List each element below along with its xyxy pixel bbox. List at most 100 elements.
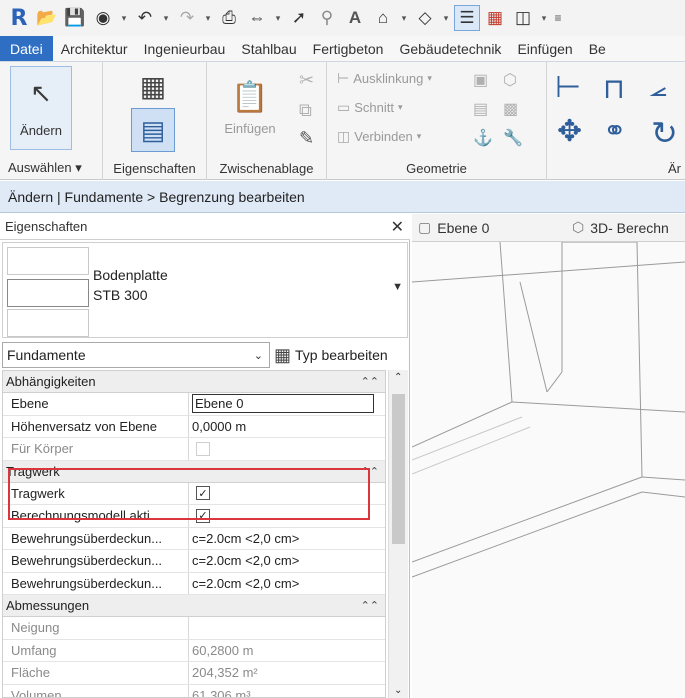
align-icon[interactable]: ⊢ [555, 70, 581, 105]
section-constraints[interactable]: Abhängigkeiten ⌃⌃ [3, 371, 385, 393]
tab-gebaeudetechnik[interactable]: Gebäudetechnik [391, 36, 509, 61]
scroll-down-icon[interactable]: ⌄ [394, 685, 402, 696]
property-value[interactable]: c=2.0cm <2,0 cm> [189, 550, 385, 572]
tab-fertigbeton[interactable]: Fertigbeton [305, 36, 392, 61]
property-name: Für Körper [3, 438, 189, 460]
type-dropdown-icon[interactable]: ▼ [392, 281, 403, 293]
view-tabs: ▢ Ebene 0 ⬡ 3D- Berechn [412, 214, 685, 242]
group-modify: ⊢ ⊓ ⦟ ✥ ⚭ ↻ Är [547, 62, 685, 180]
model-view-canvas[interactable] [412, 242, 685, 698]
save-icon[interactable]: 💾 [62, 5, 88, 31]
property-name: Bewehrungsüberdeckun... [3, 572, 189, 594]
tag-icon[interactable]: ⚲ [314, 5, 340, 31]
close-hidden-icon[interactable]: ▦ [482, 5, 508, 31]
property-value[interactable]: c=2.0cm <2,0 cm> [189, 528, 385, 550]
property-value[interactable]: 0,0000 m [189, 416, 385, 438]
offset-icon[interactable]: ⊓ [603, 72, 625, 105]
property-name: Fläche [3, 662, 189, 684]
section-icon[interactable]: ◇ [412, 5, 438, 31]
dimension-icon[interactable]: ➚ [286, 5, 312, 31]
tab-view-level-0[interactable]: ▢ Ebene 0 [412, 219, 572, 236]
collapse-icon[interactable]: ⌃⌃ [361, 599, 379, 612]
property-name: Volumen [3, 684, 189, 697]
split-face-icon[interactable]: ⬡ [503, 70, 517, 90]
property-value[interactable]: Ebene 0 [189, 393, 385, 415]
join-dropdown-icon: ▾ [416, 131, 422, 141]
3d-view-icon[interactable]: ⌂ [370, 5, 396, 31]
app-logo-icon[interactable]: R [6, 5, 32, 31]
print-icon[interactable]: ⎙ [216, 5, 242, 31]
cope-icon: ⊢ [337, 70, 350, 86]
group-modify-label: Är [668, 161, 681, 176]
wall-opening-icon[interactable]: 🔧 [503, 128, 523, 148]
3d-view-icon: ⬡ [572, 219, 585, 235]
tab-be[interactable]: Be [581, 36, 614, 61]
redo-icon[interactable]: ↷ [174, 5, 200, 31]
cope-label: Ausklinkung [353, 71, 424, 86]
rotate-icon[interactable]: ↻ [651, 114, 678, 152]
edit-type-button[interactable]: ▦ Typ bearbeiten [274, 342, 388, 368]
copy-icon[interactable]: ⧉ [299, 100, 312, 121]
paste-button[interactable]: 📋 Einfügen [217, 68, 283, 148]
chevron-down-icon: ⌄ [253, 349, 263, 362]
switch-windows-icon[interactable]: ◫ [510, 5, 536, 31]
instance-filter-select[interactable]: Fundamente ⌄ [2, 342, 270, 368]
undo-dropdown-icon[interactable]: ▾ [160, 5, 172, 31]
view-tab-label: Ebene 0 [437, 219, 490, 236]
type-name: STB 300 [93, 287, 148, 303]
tab-architektur[interactable]: Architektur [53, 36, 136, 61]
sync-dropdown-icon[interactable]: ▾ [118, 5, 130, 31]
checkbox [196, 441, 210, 456]
demolish-icon[interactable]: ⚓ [473, 128, 493, 148]
properties-scrollbar[interactable]: ⌃ ⌄ [388, 370, 408, 698]
cope-button[interactable]: ⊢ Ausklinkung ▾ [337, 70, 432, 87]
row-flaeche: Fläche 204,352 m² [3, 662, 385, 685]
section-dropdown-icon[interactable]: ▾ [440, 5, 452, 31]
properties-button[interactable]: ▤ [131, 108, 175, 152]
customize-qat-icon[interactable]: ≡ [552, 5, 564, 31]
close-icon[interactable]: ✕ [391, 217, 404, 237]
modify-button[interactable]: ↖ Ändern [10, 66, 72, 150]
cut-icon[interactable]: ✂ [299, 70, 314, 91]
undo-icon[interactable]: ↶ [132, 5, 158, 31]
property-value: 204,352 m² [192, 665, 258, 681]
match-properties-icon[interactable]: ✎ [299, 128, 314, 149]
thin-lines-icon[interactable]: ☰ [454, 5, 480, 31]
row-fuer-koerper: Für Körper [3, 438, 385, 461]
measure-dropdown-icon[interactable]: ▾ [272, 5, 284, 31]
wall-joins-icon[interactable]: ▣ [473, 70, 488, 90]
tab-stahlbau[interactable]: Stahlbau [233, 36, 304, 61]
switch-windows-dropdown-icon[interactable]: ▾ [538, 5, 550, 31]
type-properties-button[interactable]: ▦ [131, 68, 175, 104]
scroll-up-icon[interactable]: ⌃ [394, 372, 402, 383]
text-icon[interactable]: A [342, 5, 368, 31]
row-volumen: Volumen 61,306 m³ [3, 684, 385, 697]
level-field[interactable]: Ebene 0 [192, 394, 374, 414]
type-selector[interactable]: Bodenplatte STB 300 ▼ [2, 242, 408, 338]
cut-geometry-button[interactable]: ▭ Schnitt ▾ [337, 99, 403, 116]
tab-ingenieurbau[interactable]: Ingenieurbau [136, 36, 234, 61]
sync-icon[interactable]: ◉ [90, 5, 116, 31]
section-dimensions[interactable]: Abmessungen ⌃⌃ [3, 595, 385, 617]
property-value[interactable]: c=2.0cm <2,0 cm> [189, 573, 385, 595]
scrollbar-thumb[interactable] [392, 394, 405, 544]
open-icon[interactable]: 📂 [34, 5, 60, 31]
paint-icon[interactable]: ▤ [473, 99, 488, 119]
mirror-icon[interactable]: ⦟ [649, 70, 667, 104]
copy-elements-icon[interactable]: ⚭ [603, 114, 626, 147]
tab-view-3d[interactable]: ⬡ 3D- Berechn [572, 219, 669, 236]
3d-view-dropdown-icon[interactable]: ▾ [398, 5, 410, 31]
row-bewehrung-3: Bewehrungsüberdeckun... c=2.0cm <2,0 cm> [3, 572, 385, 595]
row-neigung: Neigung [3, 617, 385, 640]
redo-dropdown-icon[interactable]: ▾ [202, 5, 214, 31]
tab-datei[interactable]: Datei [0, 36, 53, 61]
properties-icon: ▤ [140, 114, 166, 145]
properties-grid: Abhängigkeiten ⌃⌃ Ebene Ebene 0 Höhenver… [2, 370, 386, 698]
collapse-icon[interactable]: ⌃⌃ [361, 375, 379, 388]
join-button[interactable]: ◫ Verbinden ▾ [337, 128, 421, 145]
measure-icon[interactable]: ⇔ [244, 5, 270, 31]
group-select-label[interactable]: Auswählen ▾ [0, 160, 102, 176]
unpaint-icon[interactable]: ▩ [503, 99, 518, 119]
move-icon[interactable]: ✥ [557, 114, 582, 149]
tab-einfuegen[interactable]: Einfügen [509, 36, 580, 61]
